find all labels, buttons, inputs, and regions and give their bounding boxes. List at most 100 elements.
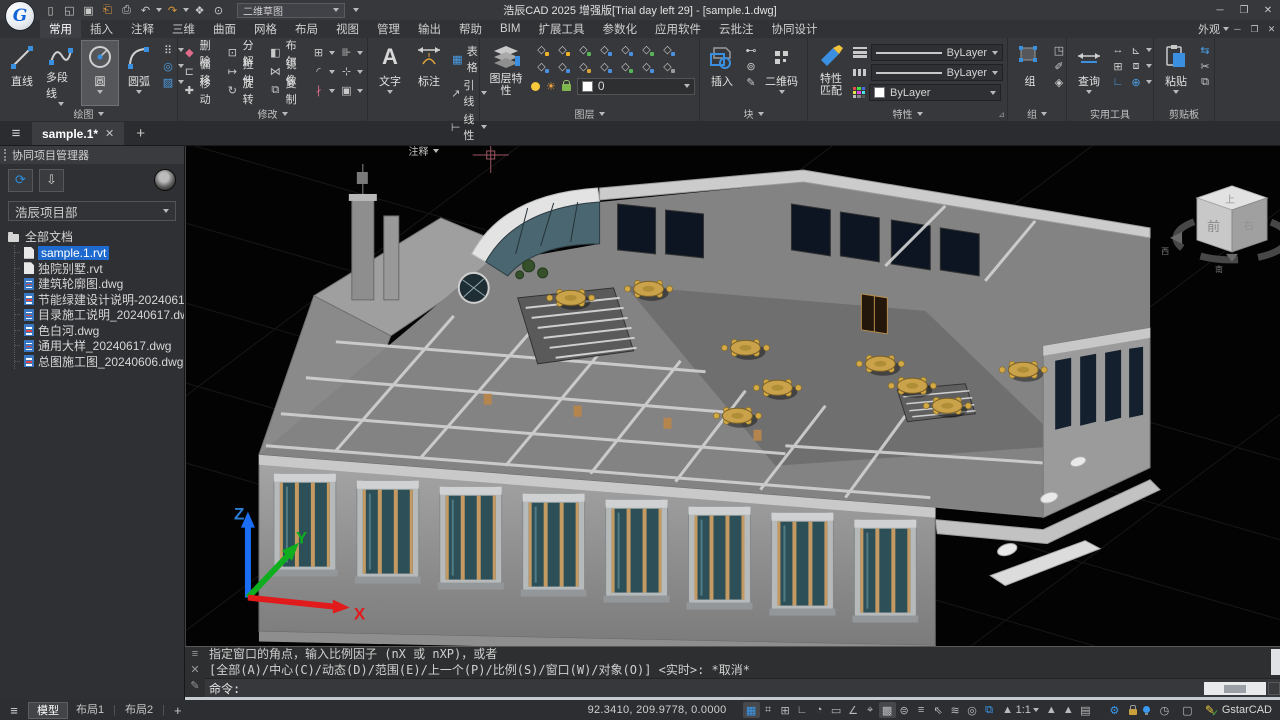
panel-label-layers[interactable]: 图层 — [480, 106, 699, 121]
tab-help[interactable]: 帮助 — [450, 20, 491, 38]
view-cube[interactable]: 上 前 右 西 南 东 — [1161, 186, 1280, 274]
match-properties-button[interactable]: 特性匹配 — [812, 41, 850, 105]
panel-label-clipboard[interactable]: 剪贴板 — [1154, 106, 1214, 121]
lineweight-toggle[interactable]: ≡ — [913, 702, 930, 718]
quick-select-icon[interactable]: ⊕ — [1128, 75, 1144, 89]
calculator-icon[interactable]: ⊞ — [1110, 59, 1126, 73]
insert-block-button[interactable]: 插入 — [704, 41, 740, 105]
polar-tracking-toggle[interactable]: ◔ — [811, 702, 828, 718]
color-palette-icon[interactable] — [853, 87, 865, 99]
model-viewport[interactable]: 上 前 右 西 南 东 Z Y X — [185, 146, 1280, 646]
annotation-autoscale-toggle[interactable]: ▲ — [1043, 702, 1060, 718]
group-select-icon[interactable]: ◈ — [1051, 75, 1067, 89]
file-item[interactable]: 节能绿建设计说明-20240612.dwg — [15, 292, 184, 308]
tab-3d[interactable]: 三维 — [163, 20, 204, 38]
tab-layout[interactable]: 布局 — [286, 20, 327, 38]
arc-button[interactable]: 圆弧 — [121, 41, 157, 105]
tab-bim[interactable]: BIM — [491, 20, 529, 38]
move-button[interactable]: ✚移动 — [182, 75, 221, 107]
measure-button[interactable]: 查询 — [1071, 41, 1107, 105]
tab-mesh[interactable]: 网格 — [245, 20, 286, 38]
file-item[interactable]: 目录施工说明_20240617.dwg — [15, 307, 184, 323]
point-tool-icon[interactable]: ⠿ — [160, 43, 176, 57]
layer-off-icon[interactable]: ◇ — [537, 60, 545, 73]
undo-dropdown-caret[interactable] — [156, 8, 162, 12]
sync-button[interactable]: ⟳ — [8, 169, 33, 192]
new-file-icon[interactable]: ▯ — [42, 2, 59, 18]
text-button[interactable]: A 文字 — [372, 41, 408, 105]
sidebar-title-bar[interactable]: 协同项目管理器 — [0, 146, 184, 164]
app-logo-icon[interactable]: G — [5, 1, 35, 31]
current-layer-select[interactable]: 0 — [577, 78, 695, 95]
doc-close-button[interactable]: ✕ — [1263, 24, 1280, 35]
transparency-toggle[interactable]: ≋ — [947, 702, 964, 718]
layer-on-icon[interactable]: ◇ — [537, 43, 545, 56]
tab-cloud-markup[interactable]: 云批注 — [710, 20, 763, 38]
open-file-icon[interactable]: ◱ — [61, 2, 78, 18]
copy-with-basepoint-icon[interactable]: ⧉ — [1197, 75, 1213, 89]
layer-change-icon[interactable]: ◇ — [621, 60, 629, 73]
dynamic-ucs-toggle[interactable]: ▭ — [828, 702, 845, 718]
copy-button[interactable]: ⧉复制 — [268, 75, 307, 107]
layer-properties-button[interactable]: 图层特性 — [484, 41, 528, 105]
grid-display-toggle[interactable]: ▦ — [743, 702, 760, 718]
add-layout-button[interactable]: + — [166, 703, 190, 718]
copy-clip-icon[interactable]: ⇆ — [1197, 43, 1213, 57]
workspace-switch-icon[interactable]: ▤ — [1077, 702, 1094, 718]
layer-lock-icon[interactable]: ◇ — [579, 60, 587, 73]
linetype-select[interactable]: ByLayer — [871, 64, 1003, 81]
file-item[interactable]: 独院别墅.rvt — [15, 261, 184, 277]
tab-model[interactable]: 模型 — [28, 702, 68, 719]
viewcube-west-label[interactable]: 西 — [1161, 247, 1169, 256]
ui-lock-icon[interactable] — [1129, 709, 1137, 715]
layer-thaw-icon[interactable]: ◇ — [558, 60, 566, 73]
linetype-icon[interactable] — [853, 69, 867, 76]
layer-state-icon[interactable]: ◇ — [663, 43, 671, 56]
rotate-button[interactable]: ↻旋转 — [225, 75, 264, 107]
trim-tool[interactable]: ∤ — [311, 84, 335, 97]
tab-home[interactable]: 常用 — [40, 20, 81, 38]
annotation-scale-select[interactable]: ▲ 1:1 — [998, 702, 1043, 718]
block-attribute-icon[interactable]: ⊷ — [743, 43, 759, 57]
redo-dropdown-caret[interactable] — [183, 8, 189, 12]
tab-express[interactable]: 扩展工具 — [529, 20, 593, 38]
viewcube-top-label[interactable]: 上 — [1225, 194, 1235, 206]
annotation-visibility-toggle[interactable]: ▲ — [1060, 702, 1077, 718]
hatch-tool-icon[interactable]: ▨ — [160, 75, 176, 89]
tab-parametric[interactable]: 参数化 — [593, 20, 646, 38]
command-vertical-scrollbar[interactable] — [1271, 649, 1280, 675]
layer-prev-icon[interactable]: ◇ — [642, 43, 650, 56]
file-item[interactable]: 通用大样_20240617.dwg — [15, 338, 184, 354]
tab-output[interactable]: 输出 — [409, 20, 450, 38]
array-tool[interactable]: ⊞ — [311, 46, 335, 59]
layer-isolate-icon[interactable]: ◇ — [600, 43, 608, 56]
tab-close-icon[interactable]: ✕ — [105, 127, 114, 140]
paste-button[interactable]: 粘贴 — [1158, 41, 1194, 105]
command-history[interactable]: 指定窗口的角点，输入比例因子 (nX 或 nXP)，或者 [全部(A)/中心(C… — [205, 647, 1280, 678]
command-scrollbar[interactable] — [1204, 682, 1266, 695]
project-select[interactable]: 浩辰项目部 — [8, 201, 176, 221]
panel-label-block[interactable]: 块 — [700, 106, 807, 121]
sidebar-menu-icon[interactable]: ≡ — [0, 125, 32, 142]
tab-view[interactable]: 视图 — [327, 20, 368, 38]
workspace-select[interactable]: 二维草图 — [237, 3, 345, 18]
panel-label-utilities[interactable]: 实用工具 — [1067, 106, 1153, 121]
tab-manage[interactable]: 管理 — [368, 20, 409, 38]
undo-icon[interactable]: ↶ — [137, 2, 154, 18]
area-icon[interactable]: ⧈ — [1128, 59, 1144, 73]
group-edit-icon[interactable]: ✐ — [1051, 59, 1067, 73]
tab-layout2[interactable]: 布局2 — [117, 702, 161, 719]
break-tool[interactable]: ⊹ — [339, 65, 363, 78]
panel-label-properties[interactable]: 特性 — [808, 106, 1007, 121]
panel-label-modify[interactable]: 修改 — [178, 106, 367, 121]
tab-surface[interactable]: 曲面 — [204, 20, 245, 38]
file-item[interactable]: 色白河.dwg — [15, 323, 184, 339]
viewcube-right-label[interactable]: 右 — [1243, 218, 1254, 232]
license-pen-icon[interactable]: ✎✓ — [1202, 703, 1218, 717]
status-menu-icon[interactable]: ≡ — [0, 703, 28, 718]
command-close-icon[interactable]: ✕ — [190, 663, 199, 676]
qrcode-button[interactable]: 二维码 — [762, 41, 801, 105]
panel-label-draw[interactable]: 绘图 — [0, 106, 177, 121]
drag-handle[interactable] — [4, 149, 7, 161]
angle-toggle[interactable]: ∠ — [845, 702, 862, 718]
